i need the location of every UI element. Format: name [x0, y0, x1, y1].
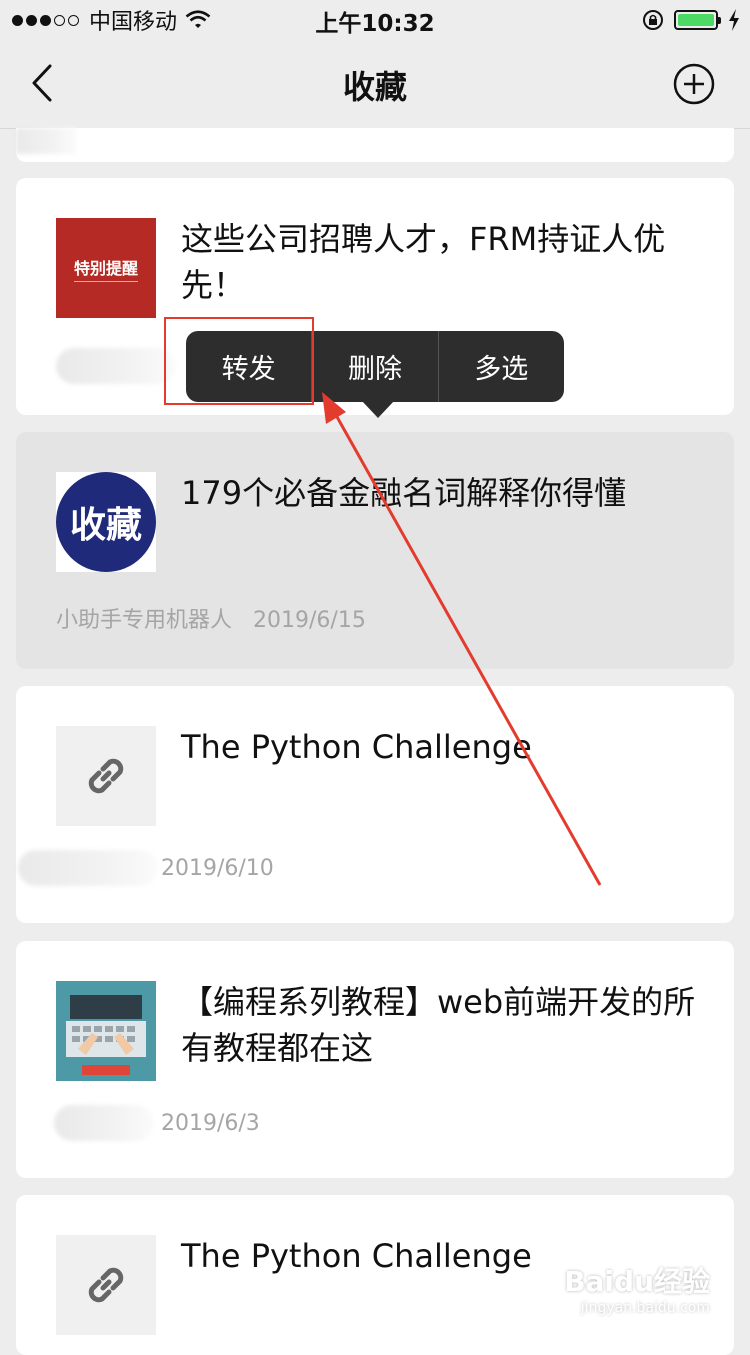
blurred-source	[54, 1105, 154, 1141]
watermark: Baidu经验 jingyan.baidu.com	[564, 1260, 710, 1316]
favorite-item[interactable]: The Python Challenge 2019/6/10	[16, 686, 734, 923]
status-bar: 中国移动 上午10:32	[0, 0, 750, 40]
item-title: The Python Challenge	[181, 728, 532, 766]
thumbnail	[56, 1235, 156, 1335]
item-date: 2019/6/10	[161, 856, 274, 881]
page-title: 收藏	[342, 68, 407, 106]
thumbnail: 特别提醒	[56, 218, 156, 318]
laptop-illustration	[56, 981, 156, 1081]
navigation-bar: 收藏	[0, 40, 750, 129]
thumbnail	[56, 981, 156, 1081]
watermark-logo: Baidu经验	[564, 1265, 710, 1298]
thumbnail	[56, 726, 156, 826]
item-source: 小助手专用机器人	[56, 608, 233, 633]
blurred-source	[56, 348, 176, 384]
item-meta: 小助手专用机器人 2019/6/15	[56, 602, 366, 634]
add-button[interactable]	[672, 62, 716, 106]
link-icon	[88, 758, 124, 794]
menu-item-multiselect[interactable]: 多选	[437, 331, 564, 402]
highlight-box	[164, 317, 314, 405]
blurred-source	[18, 850, 158, 886]
item-date: 2019/6/15	[253, 608, 366, 633]
item-title: 【编程系列教程】web前端开发的所有教程都在这	[181, 983, 696, 1067]
link-icon	[88, 1267, 124, 1303]
thumbnail: 收藏	[56, 472, 156, 572]
favorite-item-selected[interactable]: 收藏 179个必备金融名词解释你得懂 小助手专用机器人 2019/6/15	[16, 432, 734, 669]
battery-icon	[674, 10, 721, 30]
thumbnail-text: 特别提醒	[73, 255, 138, 282]
watermark-url: jingyan.baidu.com	[580, 1300, 710, 1316]
list-item-partial[interactable]	[16, 128, 734, 162]
item-date: 2019/6/3	[161, 1111, 260, 1136]
clock: 上午10:32	[315, 11, 435, 37]
favorite-item[interactable]: 【编程系列教程】web前端开发的所有教程都在这 2019/6/3	[16, 941, 734, 1178]
item-title: 这些公司招聘人才，FRM持证人优先！	[181, 220, 666, 304]
item-title: 179个必备金融名词解释你得懂	[181, 474, 627, 512]
menu-item-delete[interactable]: 删除	[311, 331, 437, 402]
charging-icon	[729, 9, 739, 31]
thumbnail-text: 收藏	[69, 505, 142, 546]
orientation-lock-icon	[643, 10, 663, 30]
